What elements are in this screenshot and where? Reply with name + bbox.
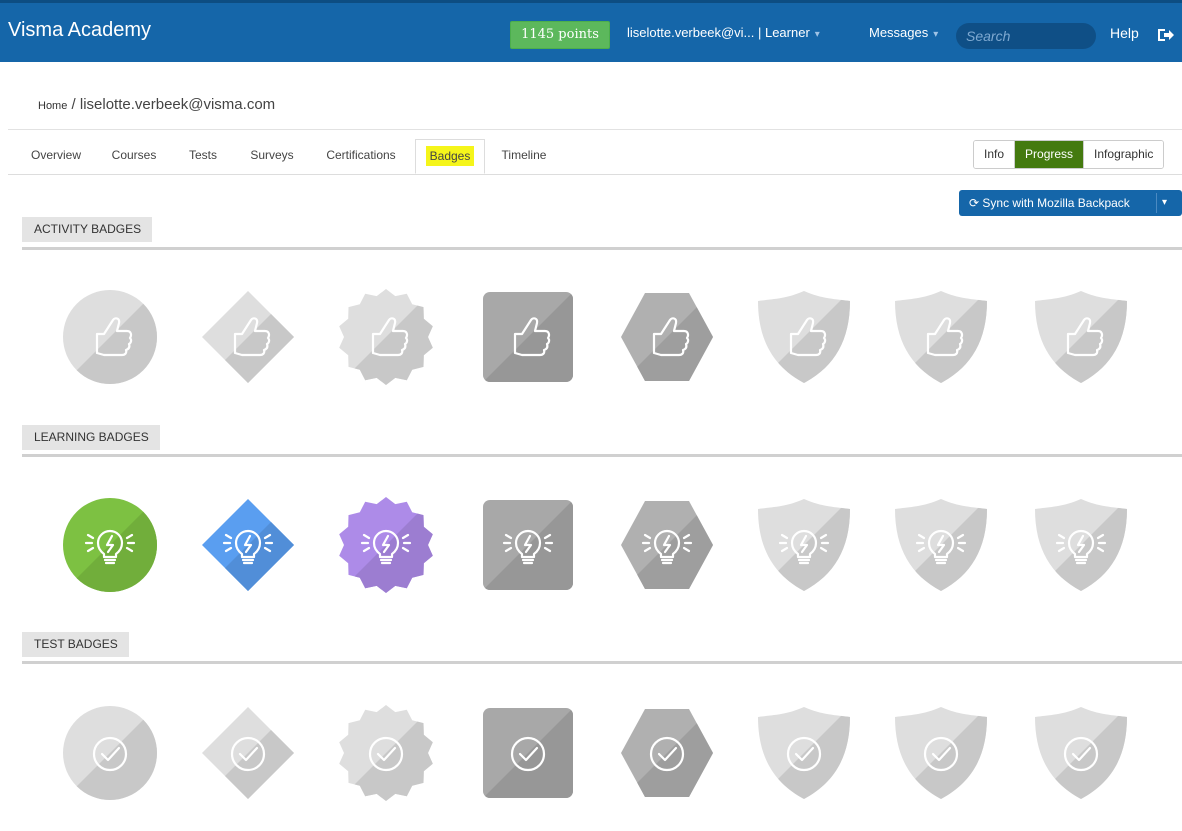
badge-graphic (339, 289, 433, 385)
badge-square-locked[interactable] (478, 703, 578, 803)
badge-circle-locked[interactable] (60, 703, 160, 803)
badge-square-locked[interactable] (478, 495, 578, 595)
refresh-icon: ⟳ (969, 196, 980, 210)
badge-graphic (483, 292, 573, 382)
section-divider (22, 454, 1182, 457)
badge-graphic (202, 707, 294, 799)
messages-menu[interactable]: Messages ▾ (869, 25, 938, 40)
tab-label: Courses (111, 148, 157, 162)
user-menu-label: liselotte.verbeek@vi... | Learner (627, 25, 810, 40)
badge-hexagon-locked[interactable] (617, 703, 717, 803)
badge-hexagon-locked[interactable] (617, 287, 717, 387)
chevron-down-icon: ▾ (814, 29, 820, 40)
badge-graphic (202, 499, 294, 591)
section-title-test: TEST BADGES (22, 632, 129, 657)
breadcrumb-home[interactable]: Home (38, 100, 67, 112)
tab-certifications[interactable]: Certifications (318, 139, 404, 174)
badge-shield-locked[interactable] (754, 495, 854, 595)
badge-shield-locked[interactable] (1031, 495, 1131, 595)
badge-shield-locked[interactable] (891, 703, 991, 803)
badge-graphic (758, 291, 850, 383)
badge-shield-locked[interactable] (1031, 287, 1131, 387)
badge-graphic (483, 708, 573, 798)
badge-graphic (202, 291, 294, 383)
badge-graphic (758, 499, 850, 591)
badge-shield-locked[interactable] (1031, 703, 1131, 803)
messages-label: Messages (869, 25, 929, 40)
tab-badges[interactable]: Badges (415, 139, 485, 174)
badge-circle-earned[interactable] (60, 495, 160, 595)
badge-shield-locked[interactable] (891, 287, 991, 387)
sync-backpack-button[interactable]: ⟳ Sync with Mozilla Backpack ▾ (959, 190, 1182, 216)
view-toggle: Info Progress Infographic (973, 140, 1165, 169)
badge-graphic (895, 499, 987, 591)
badge-graphic (895, 291, 987, 383)
badge-graphic (63, 706, 157, 800)
badge-graphic (339, 705, 433, 801)
badge-diamond-locked[interactable] (198, 287, 298, 387)
badge-graphic (621, 709, 713, 797)
badge-graphic (621, 501, 713, 589)
section-title-activity: ACTIVITY BADGES (22, 217, 153, 242)
tab-label: Tests (188, 148, 217, 162)
badge-graphic (895, 707, 987, 799)
help-link[interactable]: Help (1110, 25, 1139, 41)
badge-circle-locked[interactable] (60, 287, 160, 387)
sync-label: Sync with Mozilla Backpack (982, 196, 1130, 210)
breadcrumb-separator: / (67, 96, 80, 113)
badge-graphic (63, 498, 157, 592)
badge-graphic (621, 293, 713, 381)
sync-label-wrap: ⟳ Sync with Mozilla Backpack (969, 190, 1130, 216)
infographic-button[interactable]: Infographic (1084, 141, 1164, 168)
badge-graphic (1035, 291, 1127, 383)
tab-surveys[interactable]: Surveys (243, 139, 301, 174)
badge-shield-locked[interactable] (754, 703, 854, 803)
search-input[interactable] (956, 23, 1096, 49)
tab-label: Surveys (250, 148, 294, 162)
divider (1156, 193, 1157, 213)
badge-graphic (1035, 499, 1127, 591)
info-button[interactable]: Info (974, 141, 1016, 168)
tab-overview[interactable]: Overview (20, 139, 92, 174)
badge-shield-locked[interactable] (754, 287, 854, 387)
tab-label: Timeline (501, 148, 547, 162)
badge-graphic (758, 707, 850, 799)
badge-diamond-locked[interactable] (198, 703, 298, 803)
breadcrumb: Home / liselotte.verbeek@visma.com (38, 96, 275, 113)
divider (8, 129, 1182, 130)
section-divider (22, 661, 1182, 664)
badge-square-locked[interactable] (478, 287, 578, 387)
user-menu[interactable]: liselotte.verbeek@vi... | Learner ▾ (627, 25, 820, 40)
section-title-learning: LEARNING BADGES (22, 425, 160, 450)
badge-seal-locked[interactable] (336, 703, 436, 803)
section-divider (22, 247, 1182, 250)
points-badge[interactable]: 1145 points (510, 21, 610, 49)
badge-graphic (1035, 707, 1127, 799)
breadcrumb-current: liselotte.verbeek@visma.com (79, 96, 276, 113)
badge-seal-locked[interactable] (336, 287, 436, 387)
progress-button[interactable]: Progress (1015, 141, 1085, 168)
badge-graphic (339, 497, 433, 593)
tab-courses[interactable]: Courses (106, 139, 162, 174)
badge-graphic (483, 500, 573, 590)
tab-label: Certifications (326, 148, 396, 162)
badge-graphic (63, 290, 157, 384)
tab-tests[interactable]: Tests (179, 139, 227, 174)
tab-label: Overview (30, 148, 81, 162)
app-title[interactable]: Visma Academy (8, 19, 151, 42)
divider (8, 174, 1182, 175)
tab-label: Badges (425, 146, 475, 166)
badge-shield-locked[interactable] (891, 495, 991, 595)
badge-hexagon-locked[interactable] (617, 495, 717, 595)
chevron-down-icon: ▾ (933, 29, 939, 40)
logout-icon[interactable] (1157, 27, 1175, 43)
badge-diamond-earned[interactable] (198, 495, 298, 595)
tab-timeline[interactable]: Timeline (492, 139, 556, 174)
chevron-down-icon[interactable]: ▾ (1162, 190, 1167, 216)
badge-seal-earned[interactable] (336, 495, 436, 595)
top-navbar: Visma Academy 1145 points liselotte.verb… (0, 0, 1182, 62)
